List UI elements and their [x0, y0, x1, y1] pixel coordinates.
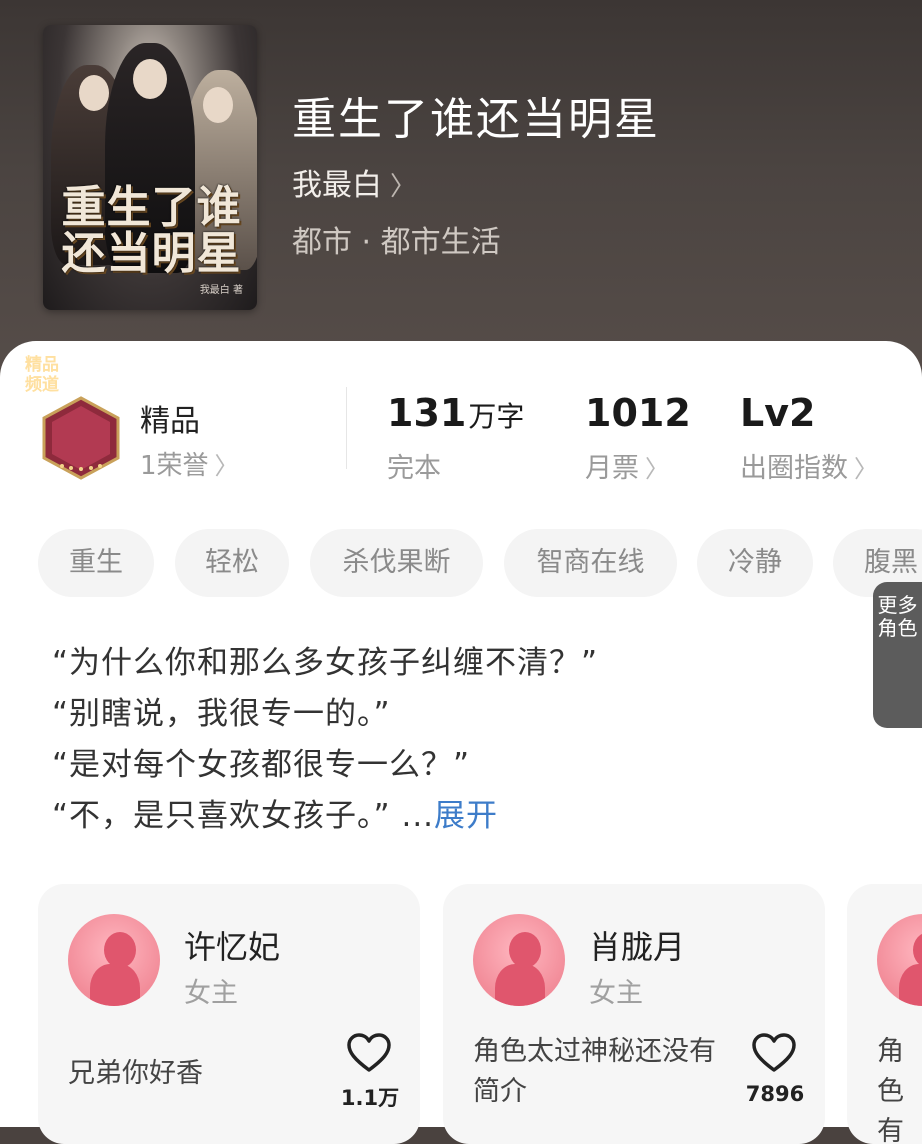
- like-count: 7896: [745, 1082, 805, 1106]
- book-title: 重生了谁还当明星: [292, 94, 660, 145]
- character-role: 女主: [184, 978, 238, 1009]
- cover-title-art: 重生了谁还当明星: [61, 182, 242, 279]
- character-card[interactable]: 许忆妃 女主 兄弟你好香 1.1万: [38, 884, 420, 1144]
- honor-badge-text: 精品频道: [25, 355, 59, 395]
- chevron-right-icon: 〉: [390, 172, 417, 202]
- book-cover[interactable]: 重生了谁还当明星 我最白 著: [43, 25, 257, 310]
- character-avatar: [473, 914, 565, 1006]
- chevron-right-icon: 〉: [214, 452, 239, 480]
- more-characters-button[interactable]: 更多角色: [873, 582, 922, 728]
- circle-index-value: Lv2: [740, 391, 816, 435]
- tag-chip[interactable]: 重生: [38, 529, 154, 597]
- intro-line: “别瞎说，我很专一的。”: [52, 696, 391, 732]
- book-genre: 都市 · 都市生活: [292, 225, 501, 260]
- chevron-right-icon: 〉: [645, 455, 669, 483]
- stats-divider: [346, 387, 347, 469]
- character-name: 肖胧月: [589, 928, 686, 966]
- word-count: 131万字: [387, 391, 525, 435]
- character-role: 女主: [589, 978, 643, 1009]
- character-avatar: [68, 914, 160, 1006]
- intro-line: “是对每个女孩都很专一么？”: [52, 747, 471, 783]
- author-link[interactable]: 我最白〉: [292, 160, 416, 204]
- completion-status: 完本: [387, 453, 441, 484]
- monthly-tickets-value: 1012: [585, 391, 691, 435]
- expand-intro-link[interactable]: 展开: [434, 798, 498, 834]
- intro-line: “为什么你和那么多女孩子纠缠不清？”: [52, 645, 599, 681]
- character-desc: 兄弟你好香: [68, 1058, 203, 1089]
- character-avatar: [877, 914, 922, 1006]
- author-name: 我最白: [292, 168, 382, 203]
- honor-label: 精品: [140, 404, 200, 439]
- character-name: 许忆妃: [184, 928, 281, 966]
- tag-chip[interactable]: 轻松: [175, 529, 289, 597]
- cover-author-mark: 我最白 著: [199, 285, 243, 296]
- honor-count-link[interactable]: 1荣誉〉: [140, 445, 239, 482]
- character-card-partial[interactable]: 角色 有简: [847, 884, 922, 1144]
- tag-chip[interactable]: 杀伐果断: [310, 529, 483, 597]
- tag-chip[interactable]: 智商在线: [504, 529, 677, 597]
- monthly-tickets-link[interactable]: 月票〉: [585, 446, 669, 485]
- character-desc: 角色太过神秘还没有简介: [473, 1036, 716, 1107]
- book-header: 重生了谁还当明星 我最白 著 重生了谁还当明星 我最白〉 都市 · 都市生活: [0, 0, 922, 380]
- character-desc-partial: 角色 有简: [877, 1036, 904, 1144]
- character-card[interactable]: 肖胧月 女主 角色太过神秘还没有简介 7896: [443, 884, 825, 1144]
- tag-chip[interactable]: 冷静: [697, 529, 813, 597]
- circle-index-link[interactable]: 出圈指数〉: [740, 446, 878, 485]
- chevron-right-icon: 〉: [854, 455, 878, 483]
- heart-icon[interactable]: [751, 1032, 797, 1074]
- intro-line-last: “不，是只喜欢女孩子。” ...展开: [52, 798, 499, 834]
- heart-icon[interactable]: [346, 1032, 392, 1074]
- like-count: 1.1万: [340, 1086, 400, 1110]
- book-detail-sheet: 精品频道 精品 1荣誉〉 131万字 完本 1012 月票〉 Lv2 出圈指数〉…: [0, 341, 922, 1144]
